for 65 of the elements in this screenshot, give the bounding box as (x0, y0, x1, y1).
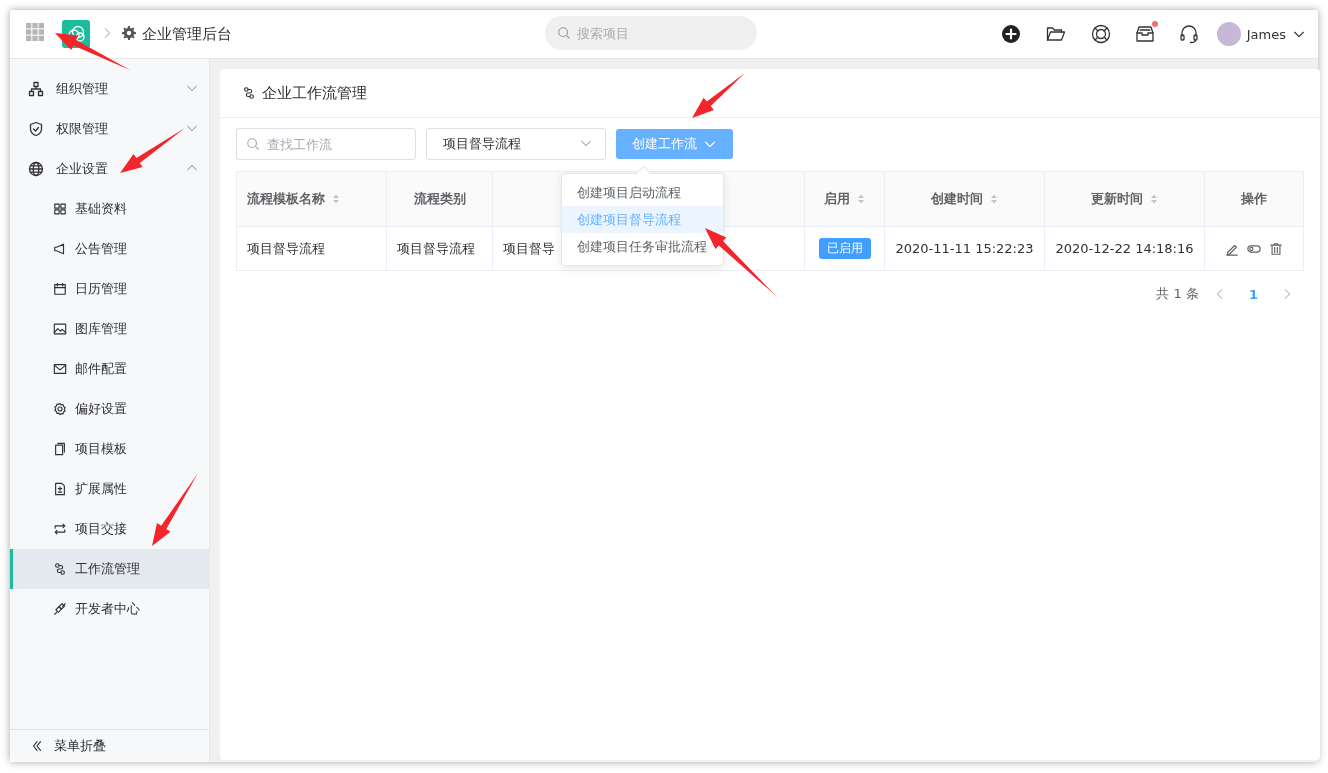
workflow-icon (242, 86, 256, 100)
grid-icon (53, 202, 67, 216)
megaphone-icon (53, 242, 67, 256)
sidebar-item[interactable]: 扩展属性 (10, 469, 209, 509)
swap-icon (53, 522, 67, 536)
app-title: 企业管理后台 (142, 24, 232, 44)
mail-icon (53, 362, 67, 376)
annotation-arrow (705, 228, 776, 296)
workflow-icon (53, 562, 67, 576)
image-icon (53, 322, 67, 336)
trash-icon (1269, 241, 1283, 256)
status-badge: 已启用 (818, 238, 871, 259)
headset-icon (1178, 24, 1199, 44)
category-dropdown[interactable]: 项目督导流程 (426, 128, 606, 160)
sidebar-group[interactable]: 企业设置 (10, 149, 209, 189)
shield-icon (28, 121, 44, 137)
page-title: 企业工作流管理 (262, 83, 367, 103)
search-field[interactable]: 搜索项目 (545, 16, 757, 50)
sidebar-item[interactable]: 偏好设置 (10, 389, 209, 429)
menu-item[interactable]: 创建项目启动流程 (562, 179, 723, 206)
sidebar-item[interactable]: 公告管理 (10, 229, 209, 269)
document-icon (53, 482, 67, 496)
sidebar-item[interactable]: 日历管理 (10, 269, 209, 309)
double-chevron-left-icon (30, 739, 44, 753)
column-header: 流程类别 (386, 171, 493, 227)
lifebuoy-icon (1090, 24, 1111, 44)
sort-icon (855, 193, 866, 205)
collapse-menu-button[interactable]: 菜单折叠 (10, 729, 209, 762)
user-name[interactable]: James (1246, 26, 1286, 42)
column-header: 创建时间 (884, 171, 1045, 227)
sidebar-item[interactable]: 基础资料 (10, 189, 209, 229)
table-cell: 2020-12-22 14:18:16 (1044, 226, 1205, 271)
sidebar-item[interactable]: 项目模板 (10, 429, 209, 469)
sidebar-item[interactable]: 项目交接 (10, 509, 209, 549)
folder-icon (1044, 24, 1067, 44)
org-chart-icon (28, 81, 44, 97)
sidebar-item[interactable]: 工作流管理 (10, 549, 209, 589)
document-copy-icon (53, 442, 67, 456)
sort-icon (331, 193, 341, 205)
menu-item[interactable]: 创建项目任务审批流程 (562, 233, 723, 260)
globe-icon (28, 161, 44, 177)
annotation-arrow (120, 128, 185, 173)
column-header: 操作 (1204, 171, 1304, 227)
total-count: 共 1 条 (1156, 285, 1199, 303)
app-grid-icon (26, 23, 44, 41)
gear-icon (122, 25, 136, 40)
column-header: 流程模板名称 (236, 171, 387, 227)
gear-icon (53, 402, 67, 416)
table-cell: 项目督导流程 (386, 226, 493, 271)
sidebar-group[interactable]: 组织管理 (10, 69, 209, 109)
calendar-icon (53, 282, 67, 296)
column-header: 启用 (804, 171, 885, 227)
sort-icon (988, 193, 999, 205)
sidebar-item[interactable]: 图库管理 (10, 309, 209, 349)
sidebar-item[interactable]: 邮件配置 (10, 349, 209, 389)
sidebar-group[interactable]: 权限管理 (10, 109, 209, 149)
sort-icon (1148, 193, 1159, 205)
table-cell: 项目督导流程 (236, 226, 387, 271)
plus-circle-icon (1000, 24, 1021, 44)
plug-icon (53, 602, 67, 616)
inbox-icon (1134, 24, 1155, 44)
search-field[interactable]: 查找工作流 (236, 128, 416, 160)
column-header: 更新时间 (1044, 171, 1205, 227)
sidebar-item[interactable]: 开发者中心 (10, 589, 209, 629)
table-cell: 2020-11-11 15:22:23 (884, 226, 1045, 271)
